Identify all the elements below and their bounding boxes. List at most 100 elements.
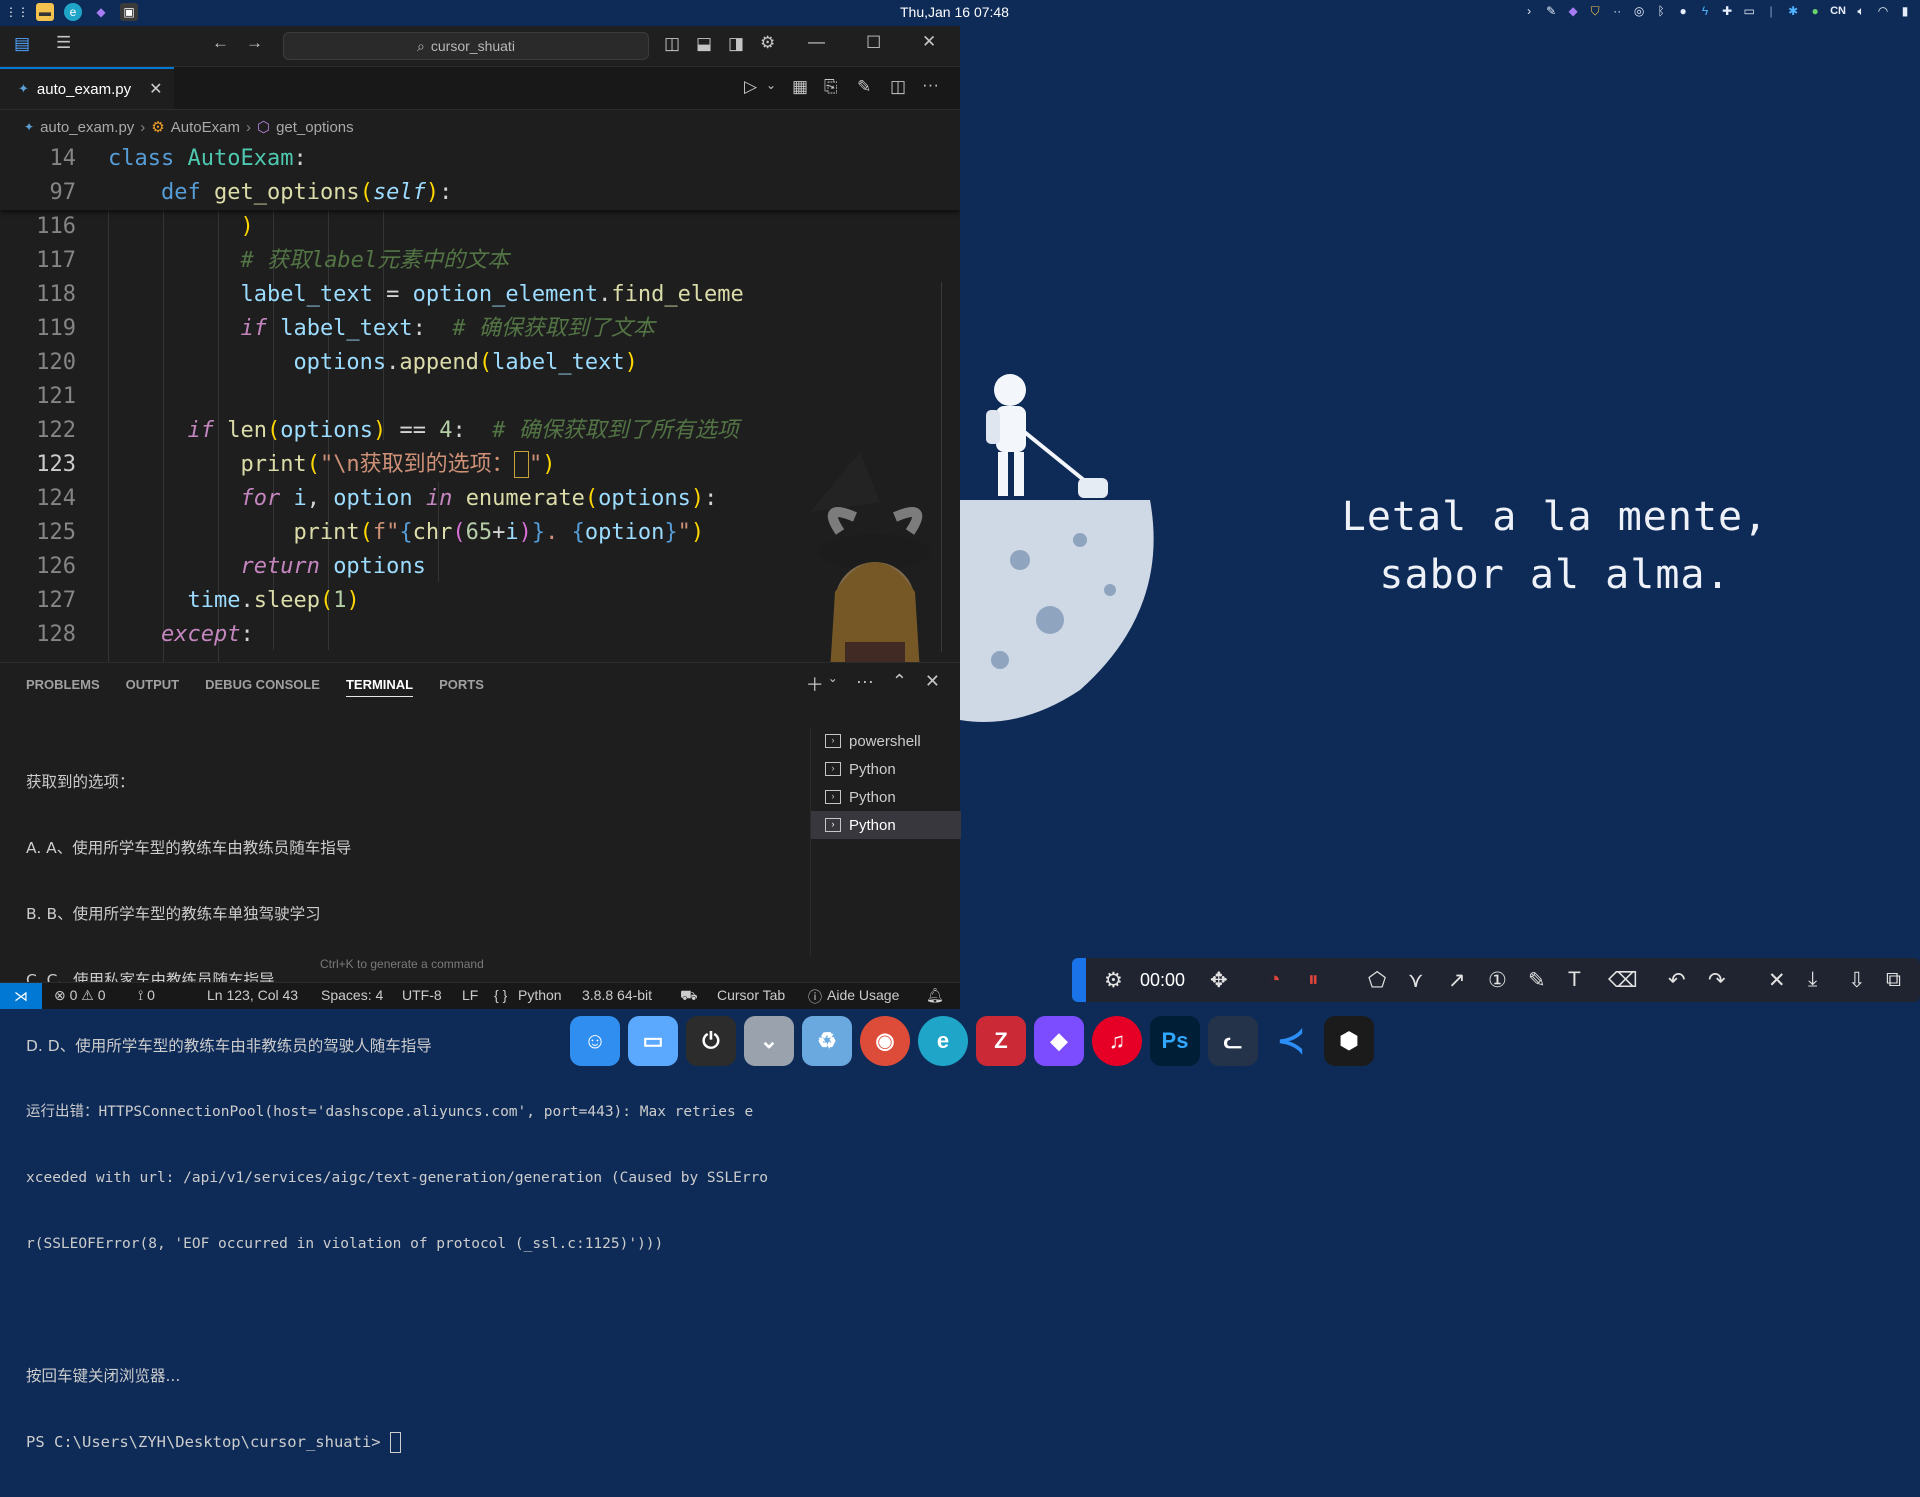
obsidian-icon[interactable]: ◆ [92, 3, 110, 21]
close-tab-icon[interactable]: ✕ [149, 79, 162, 99]
game-tray-icon[interactable]: ✚ [1720, 3, 1734, 19]
cursor-position[interactable]: Ln 123, Col 43 [207, 987, 298, 1003]
sync-icon[interactable]: ◎ [1632, 3, 1646, 19]
finder-app-icon[interactable]: ☺ [570, 1016, 620, 1066]
chat-tray-icon[interactable]: ● [1676, 3, 1690, 19]
terminal-output[interactable]: 获取到的选项： A. A、使用所学车型的教练车由教练员随车指导 B. B、使用所… [26, 727, 796, 1497]
download-icon[interactable]: ⤓ [1808, 968, 1817, 992]
pen-tray-icon[interactable]: ✎ [1544, 3, 1558, 19]
code-editor[interactable]: 14 class AutoExam: 97 def get_options(sel… [0, 142, 960, 662]
back-arrow-icon[interactable]: ← [212, 33, 229, 53]
toggle-primary-sidebar-icon[interactable]: ◫ [664, 34, 680, 54]
recycle-bin-icon[interactable]: ♻ [802, 1016, 852, 1066]
terminal-instance-python-active[interactable]: › Python [811, 811, 961, 839]
polyline-icon[interactable]: ⋎ [1408, 968, 1423, 993]
terminal-instance-python[interactable]: › Python [811, 755, 961, 783]
edge-app-icon[interactable]: e [918, 1016, 968, 1066]
number-marker-icon[interactable]: ① [1488, 968, 1507, 993]
tab-output[interactable]: OUTPUT [126, 677, 179, 697]
cursor-app-icon[interactable]: ▣ [120, 3, 138, 21]
cursor-tab[interactable]: Cursor Tab [717, 987, 785, 1003]
tab-ports[interactable]: PORTS [439, 677, 484, 697]
cat-app-icon[interactable]: ᓚ [1208, 1016, 1258, 1066]
close-window-icon[interactable]: ✕ [922, 32, 936, 52]
more-actions-icon[interactable]: ··· [922, 75, 939, 95]
move-icon[interactable]: ✥ [1210, 968, 1228, 993]
chrome-app-icon[interactable]: ◉ [860, 1016, 910, 1066]
obsidian-tray-icon[interactable]: ◆ [1566, 3, 1580, 19]
obsidian-app-icon[interactable]: ◆ [1034, 1016, 1084, 1066]
drag-handle[interactable] [1072, 958, 1086, 1002]
volume-icon[interactable]: 🔈︎ [1854, 3, 1868, 19]
ports-status[interactable]: ⟟ 0 [138, 987, 155, 1004]
battery-tray-icon[interactable]: ▭ [1742, 3, 1756, 19]
tab-terminal[interactable]: TERMINAL [345, 677, 414, 697]
more-actions-icon[interactable]: ··· [856, 671, 874, 697]
toggle-panel-icon[interactable]: ⬓ [696, 34, 712, 54]
close-panel-icon[interactable]: ✕ [925, 671, 940, 697]
redo-icon[interactable]: ↷ [1708, 968, 1726, 993]
tab-problems[interactable]: PROBLEMS [26, 677, 100, 697]
downloads-app-icon[interactable]: ⌄ [744, 1016, 794, 1066]
save-as-icon[interactable]: ⇩ [1848, 968, 1866, 993]
clock[interactable]: Thu,Jan 16 07:48 [900, 4, 1009, 20]
bluetooth-icon[interactable]: ᛒ [1654, 3, 1668, 19]
tab-auto-exam[interactable]: ✦ auto_exam.py ✕ [0, 67, 174, 109]
settings-gear-icon[interactable]: ⚙ [1104, 968, 1123, 993]
app-grid-icon[interactable]: ⋮⋮ [5, 3, 29, 21]
pause-icon[interactable]: ⏸ [1308, 968, 1319, 992]
run-dropdown-icon[interactable]: ⌄ [766, 78, 776, 92]
run-icon[interactable]: ▷ [744, 77, 757, 97]
chevron-right-icon[interactable]: › [1522, 3, 1536, 19]
maximize-panel-icon[interactable]: ⌃ [892, 671, 907, 697]
folder-icon[interactable]: ▬ [36, 3, 54, 21]
command-center-search[interactable]: ⌕ cursor_shuati [283, 32, 649, 60]
eraser-icon[interactable]: ⌫ [1608, 968, 1638, 993]
breadcrumb-method[interactable]: get_options [276, 119, 354, 136]
bell-icon[interactable]: 🔔︎ [926, 987, 944, 1004]
remote-indicator-icon[interactable]: ⋊ [0, 983, 42, 1009]
open-changes-icon[interactable]: ⎘ [824, 77, 838, 97]
shield-icon[interactable]: ⛉ [1588, 3, 1602, 19]
feishu-icon[interactable]: ✱ [1786, 3, 1800, 19]
line-ending[interactable]: LF [462, 987, 478, 1003]
vscode-app-icon[interactable]: ≺ [1266, 1016, 1316, 1066]
shape-icon[interactable]: ⬠ [1368, 968, 1386, 993]
terminal-instance-powershell[interactable]: › powershell [811, 727, 961, 755]
edge-icon[interactable]: e [64, 3, 82, 21]
new-terminal-icon[interactable]: ＋ [806, 671, 824, 697]
arrow-icon[interactable]: ↗ [1448, 968, 1466, 993]
wechat-icon[interactable]: ● [1808, 3, 1822, 19]
undo-icon[interactable]: ↶ [1668, 968, 1686, 993]
menu-icon[interactable]: ☰ [56, 33, 71, 53]
netease-music-app-icon[interactable]: ♫ [1092, 1016, 1142, 1066]
record-icon[interactable]: ◔ [1268, 968, 1281, 992]
python-interpreter[interactable]: 3.8.8 64-bit [582, 987, 652, 1003]
sidebar-toggle-icon[interactable]: ▤ [14, 34, 30, 54]
files-app-icon[interactable]: ▭ [628, 1016, 678, 1066]
photoshop-app-icon[interactable]: Ps [1150, 1016, 1200, 1066]
power-app-icon[interactable]: ⏻ [686, 1016, 736, 1066]
settings-gear-icon[interactable]: ⚙ [760, 33, 775, 53]
terminal-dropdown-icon[interactable]: ⌄ [828, 671, 838, 697]
cursor-app-icon[interactable]: ⬢ [1324, 1016, 1374, 1066]
maximize-icon[interactable]: ☐ [866, 33, 881, 53]
breadcrumb-class[interactable]: AutoExam [171, 119, 240, 136]
lightning-icon[interactable]: ϟ [1698, 3, 1712, 19]
toggle-secondary-sidebar-icon[interactable]: ◨ [728, 34, 744, 54]
wifi-icon[interactable]: ◠ [1876, 3, 1890, 19]
zotero-app-icon[interactable]: Z [976, 1016, 1026, 1066]
indentation[interactable]: Spaces: 4 [321, 987, 383, 1003]
pen-icon[interactable]: ✎ [1528, 968, 1546, 993]
encoding[interactable]: UTF-8 [402, 987, 442, 1003]
edit-pen-icon[interactable]: ✎ [857, 77, 871, 97]
dots-tray-icon[interactable]: ·· [1610, 3, 1624, 19]
minimize-icon[interactable]: — [808, 32, 825, 52]
tab-debug-console[interactable]: DEBUG CONSOLE [205, 677, 320, 697]
copy-icon[interactable]: ⧉ [1886, 968, 1901, 992]
aide-usage[interactable]: Aide Usage [827, 987, 899, 1003]
preview-icon[interactable]: ▦ [792, 77, 808, 97]
terminal-instance-python[interactable]: › Python [811, 783, 961, 811]
language-mode[interactable]: Python [518, 987, 562, 1003]
close-icon[interactable]: ✕ [1768, 968, 1786, 993]
